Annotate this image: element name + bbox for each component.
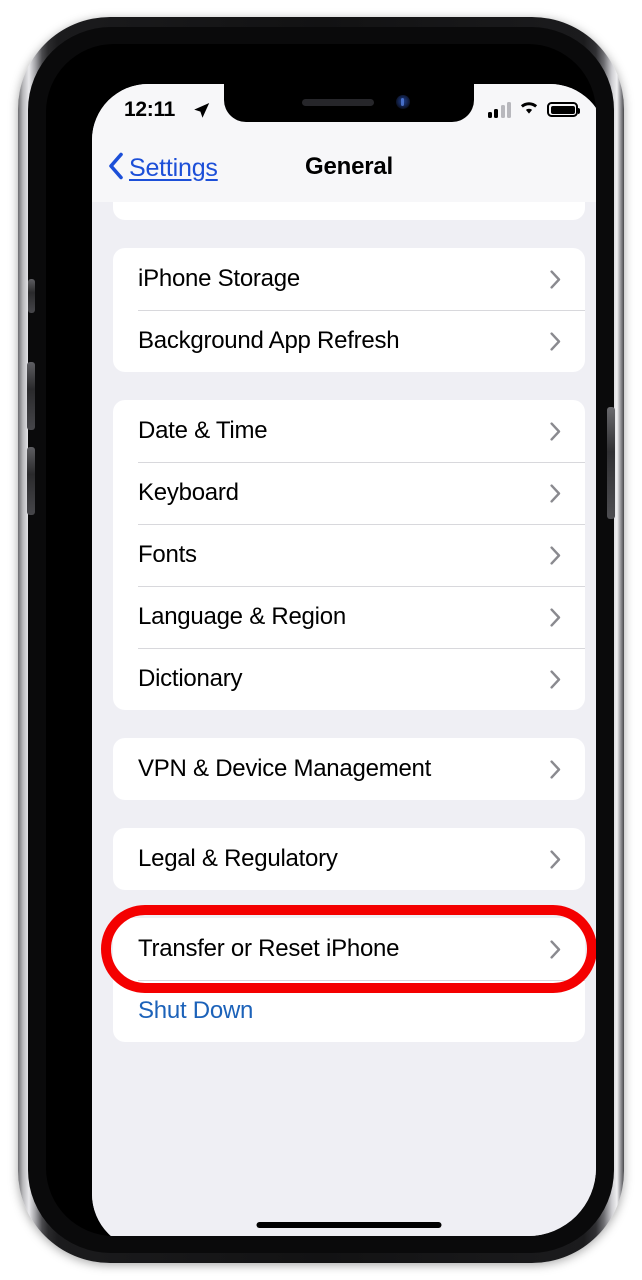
wifi-icon [518,99,540,120]
settings-row[interactable]: VPN & Device Management [113,738,585,800]
home-indicator[interactable] [256,1222,442,1228]
chevron-right-icon [550,607,561,627]
settings-row[interactable]: Fonts [113,524,585,586]
chevron-right-icon [550,669,561,689]
chevron-right-icon [550,269,561,289]
settings-row[interactable]: Background App Refresh [113,310,585,372]
chevron-right-icon [550,939,561,959]
settings-row[interactable]: Shut Down [113,980,585,1042]
settings-row[interactable]: iPhone Storage [113,248,585,310]
settings-row-label: Language & Region [138,603,346,630]
volume-down-button[interactable] [27,447,35,515]
device-notch [224,84,474,122]
settings-row-label: Background App Refresh [138,327,400,354]
settings-row[interactable]: Language & Region [113,586,585,648]
chevron-right-icon [550,421,561,441]
chevron-right-icon [550,331,561,351]
chevron-right-icon [550,849,561,869]
settings-row-label: Legal & Regulatory [138,845,338,872]
volume-up-button[interactable] [27,362,35,430]
settings-group-vpn-group: VPN & Device Management [113,738,585,800]
settings-row[interactable]: Date & Time [113,400,585,462]
status-bar-time: 12:11 [124,98,176,121]
mute-switch-button[interactable] [28,279,35,313]
settings-row-label: Keyboard [138,479,239,506]
settings-group-reset-group: Transfer or Reset iPhone Shut Down [113,918,585,1042]
settings-row-label: VPN & Device Management [138,755,432,782]
location-arrow-icon [192,101,211,125]
iphone-screen: 12:11 Settings General iPhone Storage Ba… [92,84,596,1236]
settings-group-legal-group: Legal & Regulatory [113,828,585,890]
settings-group-storage-group: iPhone Storage Background App Refresh [113,248,585,372]
iphone-device-frame: 12:11 Settings General iPhone Storage Ba… [18,17,624,1263]
settings-row-label: Transfer or Reset iPhone [138,935,400,962]
cellular-signal-icon [487,101,511,118]
settings-row-label: Fonts [138,541,197,568]
chevron-right-icon [550,759,561,779]
device-glass: 12:11 Settings General iPhone Storage Ba… [46,44,596,1236]
settings-row[interactable]: Dictionary [113,648,585,710]
settings-row-label: Dictionary [138,665,243,692]
settings-row[interactable]: Keyboard [113,462,585,524]
battery-full-icon [547,102,580,117]
page-title: General [305,153,393,180]
settings-group-localization-group: Date & Time Keyboard Fonts Language & Regio… [113,400,585,710]
settings-row-label: iPhone Storage [138,265,300,292]
chevron-right-icon [550,545,561,565]
settings-row[interactable]: Transfer or Reset iPhone [113,918,585,980]
settings-row-label: Shut Down [138,997,254,1024]
front-camera-icon [396,95,410,109]
settings-scroll-view[interactable]: CarPlayiPhone StorageBackground App Refr… [92,158,596,1236]
status-bar-indicators [487,99,580,120]
settings-list: CarPlayiPhone StorageBackground App Refr… [92,158,596,1070]
power-button[interactable] [607,407,615,519]
settings-row-label: Date & Time [138,417,268,444]
earpiece-speaker [302,99,374,106]
settings-row[interactable]: Legal & Regulatory [113,828,585,890]
chevron-right-icon [550,483,561,503]
navigation-bar: Settings General [92,138,596,202]
